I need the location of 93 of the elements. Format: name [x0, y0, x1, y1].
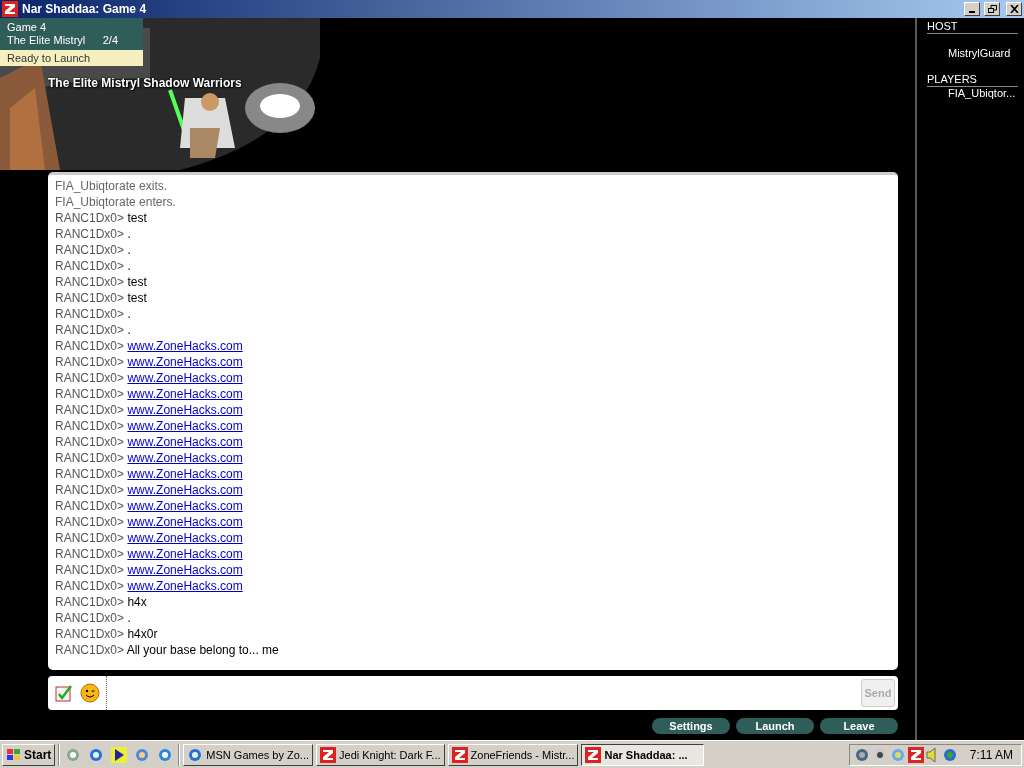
- host-name: MistrylGuard: [947, 47, 1012, 59]
- smiley-icon: [79, 683, 100, 703]
- chat-link[interactable]: www.ZoneHacks.com: [127, 355, 243, 369]
- start-button[interactable]: Start: [2, 743, 56, 766]
- system-message: FIA_Ubiqtorate exits.: [55, 179, 168, 193]
- chat-username: RANC1Dx0>: [55, 531, 125, 545]
- chat-message: .: [127, 243, 131, 257]
- play-icon: [111, 746, 128, 763]
- chat-message: test: [127, 291, 147, 305]
- chat-username: RANC1Dx0>: [55, 643, 125, 657]
- chat-message: test: [127, 211, 147, 225]
- media-shortcut[interactable]: [109, 744, 130, 765]
- chat-link[interactable]: www.ZoneHacks.com: [127, 547, 243, 561]
- chat-username: RANC1Dx0>: [55, 227, 125, 241]
- zone-logo-icon: [320, 746, 337, 763]
- chat-username: RANC1Dx0>: [55, 211, 125, 225]
- chat-link[interactable]: www.ZoneHacks.com: [127, 451, 243, 465]
- chat-username: RANC1Dx0>: [55, 403, 125, 417]
- team-name: The Elite Mistryl: [7, 34, 86, 47]
- checkmark-icon: [54, 684, 73, 702]
- chat-message: .: [127, 307, 131, 321]
- chat-message: h4x0r: [127, 627, 158, 641]
- chat-username: RANC1Dx0>: [55, 467, 125, 481]
- player-name: FIA_Ubiqtor...: [947, 87, 1017, 99]
- chat-username: RANC1Dx0>: [55, 259, 125, 273]
- chat-username: RANC1Dx0>: [55, 323, 125, 337]
- window-title: Nar Shaddaa: Game 4: [22, 2, 148, 16]
- chat-link[interactable]: www.ZoneHacks.com: [127, 419, 243, 433]
- close-icon: [1009, 5, 1019, 13]
- chat-username: RANC1Dx0>: [55, 563, 125, 577]
- chat-username: RANC1Dx0>: [55, 499, 125, 513]
- windows-logo-icon: [6, 747, 22, 762]
- action-button[interactable]: Settings: [652, 718, 730, 734]
- taskbar-button[interactable]: ZoneFriends - Mistr...: [447, 743, 579, 766]
- zone-logo-icon: [907, 746, 924, 763]
- chat-username: RANC1Dx0>: [55, 371, 125, 385]
- zone-logo-icon: [2, 1, 18, 17]
- chat-link[interactable]: www.ZoneHacks.com: [127, 371, 243, 385]
- chat-link[interactable]: www.ZoneHacks.com: [127, 483, 243, 497]
- system-message: FIA_Ubiqtorate enters.: [55, 195, 176, 209]
- chat-link[interactable]: www.ZoneHacks.com: [127, 515, 243, 529]
- restore-button[interactable]: [984, 2, 1000, 16]
- emoticon-button[interactable]: [79, 682, 100, 704]
- action-button[interactable]: Launch: [736, 718, 814, 734]
- chat-message: h4x: [127, 595, 147, 609]
- chat-link[interactable]: www.ZoneHacks.com: [127, 531, 243, 545]
- chat-link[interactable]: www.ZoneHacks.com: [127, 579, 243, 593]
- chat-username: RANC1Dx0>: [55, 451, 125, 465]
- chat-username: RANC1Dx0>: [55, 275, 125, 289]
- chat-link[interactable]: www.ZoneHacks.com: [127, 387, 243, 401]
- chat-username: RANC1Dx0>: [55, 435, 125, 449]
- player-count: 2/4: [102, 34, 118, 47]
- zone-logo-icon: [451, 746, 468, 763]
- players-heading: PLAYERS: [927, 73, 1018, 87]
- chat-username: RANC1Dx0>: [55, 419, 125, 433]
- zone-logo-icon: [585, 746, 602, 763]
- banner-title: The Elite Mistryl Shadow Warriors: [48, 76, 242, 90]
- chat-link[interactable]: www.ZoneHacks.com: [127, 563, 243, 577]
- chat-message: test: [127, 275, 147, 289]
- minimize-button[interactable]: [964, 2, 980, 16]
- game-name: Game 4: [7, 21, 48, 34]
- taskbar-button[interactable]: Jedi Knight: Dark F...: [316, 743, 445, 766]
- chat-link[interactable]: www.ZoneHacks.com: [127, 435, 243, 449]
- clock: 7:11 AM: [969, 747, 1013, 762]
- close-button[interactable]: [1006, 2, 1022, 16]
- chat-link[interactable]: www.ZoneHacks.com: [127, 499, 243, 513]
- chat-link[interactable]: www.ZoneHacks.com: [127, 339, 243, 353]
- restore-icon: [987, 5, 997, 13]
- chat-username: RANC1Dx0>: [55, 595, 125, 609]
- taskbar-button[interactable]: Nar Shaddaa: ...: [581, 743, 705, 766]
- chat-link[interactable]: www.ZoneHacks.com: [127, 403, 243, 417]
- chat-username: RANC1Dx0>: [55, 627, 125, 641]
- chat-username: RANC1Dx0>: [55, 307, 125, 321]
- chat-username: RANC1Dx0>: [55, 243, 125, 257]
- chat-username: RANC1Dx0>: [55, 579, 125, 593]
- chat-username: RANC1Dx0>: [55, 515, 125, 529]
- chat-username: RANC1Dx0>: [55, 291, 125, 305]
- chat-message: .: [127, 227, 131, 241]
- chat-message: .: [127, 259, 131, 273]
- chat-username: RANC1Dx0>: [55, 339, 125, 353]
- action-button[interactable]: Leave: [820, 718, 898, 734]
- chat-link[interactable]: www.ZoneHacks.com: [127, 467, 243, 481]
- chat-message: .: [127, 611, 131, 625]
- chat-message: All your base belong to... me: [126, 643, 279, 657]
- status-bar: Ready to Launch: [0, 50, 143, 66]
- host-heading: HOST: [927, 20, 1018, 34]
- taskbar-button[interactable]: MSN Games by Zo...: [183, 743, 314, 766]
- chat-username: RANC1Dx0>: [55, 387, 125, 401]
- chat-username: RANC1Dx0>: [55, 483, 125, 497]
- chat-message: .: [127, 323, 131, 337]
- chat-username: RANC1Dx0>: [55, 355, 125, 369]
- chat-username: RANC1Dx0>: [55, 547, 125, 561]
- chat-username: RANC1Dx0>: [55, 611, 125, 625]
